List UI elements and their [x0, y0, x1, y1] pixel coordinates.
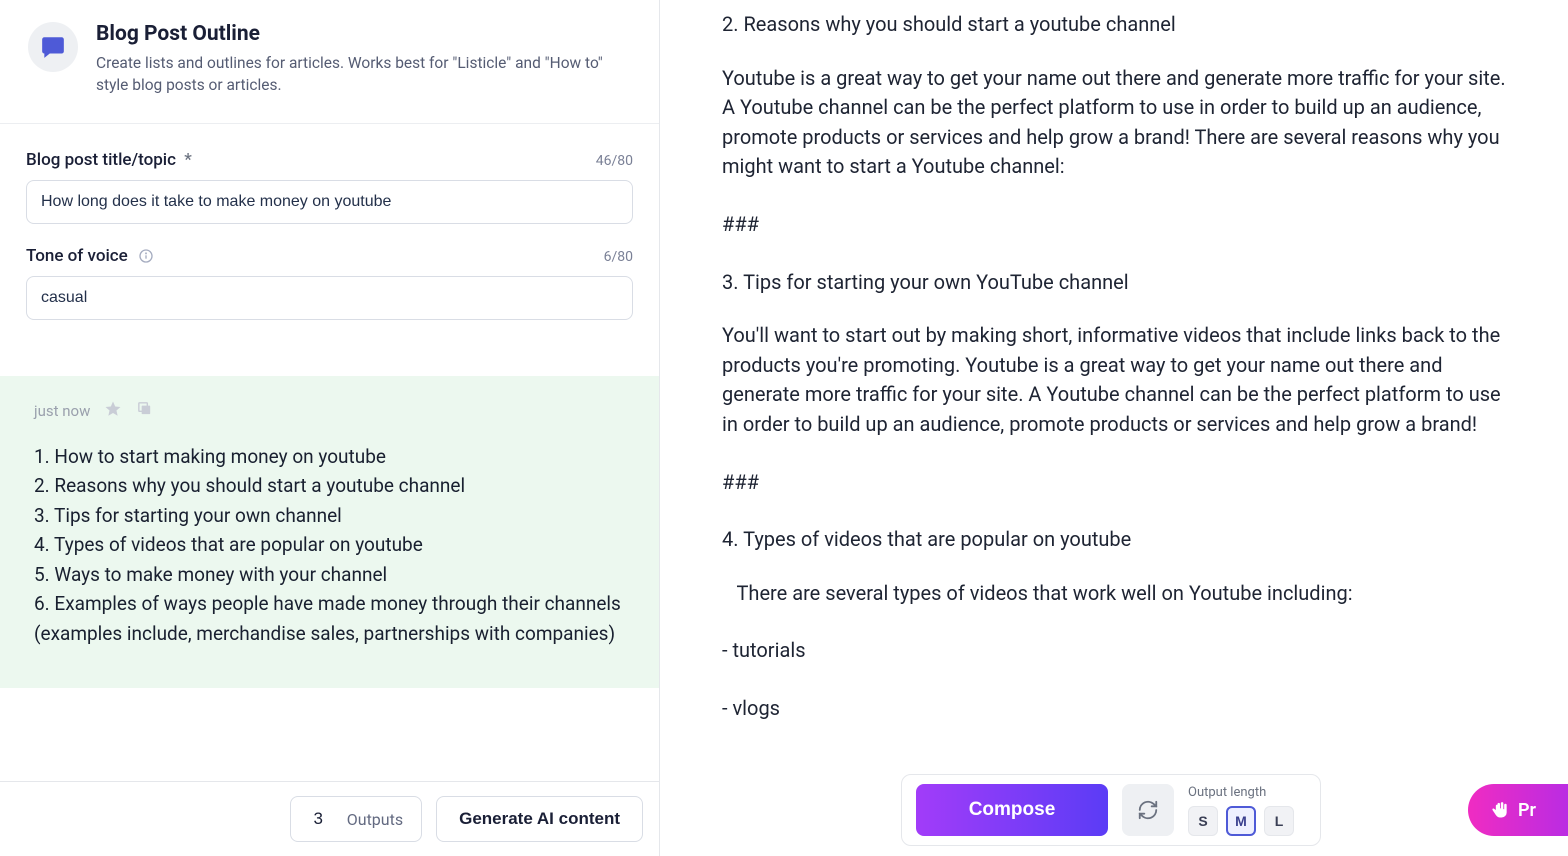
length-l-button[interactable]: L: [1264, 806, 1294, 836]
doc-separator: ###: [722, 468, 1518, 498]
output-timestamp: just now: [34, 402, 90, 420]
doc-paragraph: Youtube is a great way to get your name …: [722, 64, 1518, 182]
doc-list-item: - tutorials: [722, 636, 1518, 666]
output-line: 5. Ways to make money with your channel: [34, 560, 625, 589]
promo-pill[interactable]: Pr: [1468, 784, 1568, 836]
output-card: just now 1. How to start making money on…: [0, 376, 659, 688]
document-panel[interactable]: 2. Reasons why you should start a youtub…: [660, 0, 1568, 856]
doc-paragraph: You'll want to start out by making short…: [722, 321, 1518, 439]
output-line: 6. Examples of ways people have made mon…: [34, 589, 625, 648]
field-title: Blog post title/topic * 46/80: [26, 150, 633, 224]
left-scroll-area[interactable]: Blog Post Outline Create lists and outli…: [0, 0, 659, 781]
template-header: Blog Post Outline Create lists and outli…: [0, 0, 659, 124]
title-char-count: 46/80: [596, 153, 633, 169]
doc-separator: ###: [722, 210, 1518, 240]
required-marker: *: [184, 150, 192, 170]
hand-icon: [1490, 800, 1510, 820]
info-icon[interactable]: [138, 248, 154, 264]
outputs-count-input[interactable]: [291, 796, 347, 842]
output-line: 3. Tips for starting your own channel: [34, 501, 625, 530]
length-m-button[interactable]: M: [1226, 806, 1256, 836]
outputs-label: Outputs: [347, 810, 403, 829]
copy-icon[interactable]: [136, 400, 153, 421]
doc-heading-2: 2. Reasons why you should start a youtub…: [722, 10, 1518, 40]
output-line: 1. How to start making money on youtube: [34, 442, 625, 471]
footer-bar: Outputs Generate AI content: [0, 781, 659, 856]
tone-label: Tone of voice: [26, 246, 154, 266]
refresh-icon: [1137, 799, 1159, 821]
output-line: 2. Reasons why you should start a youtub…: [34, 471, 625, 500]
output-length-label: Output length: [1188, 785, 1294, 800]
output-length-group: Output length S M L: [1188, 785, 1294, 836]
doc-heading-3: 3. Tips for starting your own YouTube ch…: [722, 268, 1518, 298]
promo-label: Pr: [1518, 800, 1536, 821]
generate-button[interactable]: Generate AI content: [436, 796, 643, 842]
length-s-button[interactable]: S: [1188, 806, 1218, 836]
tone-input[interactable]: [26, 276, 633, 320]
title-label: Blog post title/topic *: [26, 150, 192, 170]
doc-heading-4: 4. Types of videos that are popular on y…: [722, 525, 1518, 555]
compose-bar: Compose Output length S M L: [901, 774, 1321, 846]
output-line: 4. Types of videos that are popular on y…: [34, 530, 625, 559]
tone-char-count: 6/80: [604, 249, 633, 265]
doc-paragraph: There are several types of videos that w…: [722, 579, 1518, 609]
field-tone: Tone of voice 6/80: [26, 246, 633, 320]
form-area: Blog post title/topic * 46/80 Tone of vo…: [0, 124, 659, 376]
tone-label-text: Tone of voice: [26, 246, 128, 266]
title-label-text: Blog post title/topic: [26, 150, 176, 170]
refresh-button[interactable]: [1122, 784, 1174, 836]
doc-list-item: - vlogs: [722, 694, 1518, 724]
outputs-count-box: Outputs: [290, 796, 422, 842]
compose-button[interactable]: Compose: [916, 784, 1108, 836]
output-body: 1. How to start making money on youtube …: [34, 442, 625, 648]
left-panel: Blog Post Outline Create lists and outli…: [0, 0, 660, 856]
star-icon[interactable]: [104, 400, 122, 422]
chat-box-icon: [28, 22, 78, 72]
template-title: Blog Post Outline: [96, 22, 631, 46]
title-input[interactable]: [26, 180, 633, 224]
template-description: Create lists and outlines for articles. …: [96, 52, 631, 97]
